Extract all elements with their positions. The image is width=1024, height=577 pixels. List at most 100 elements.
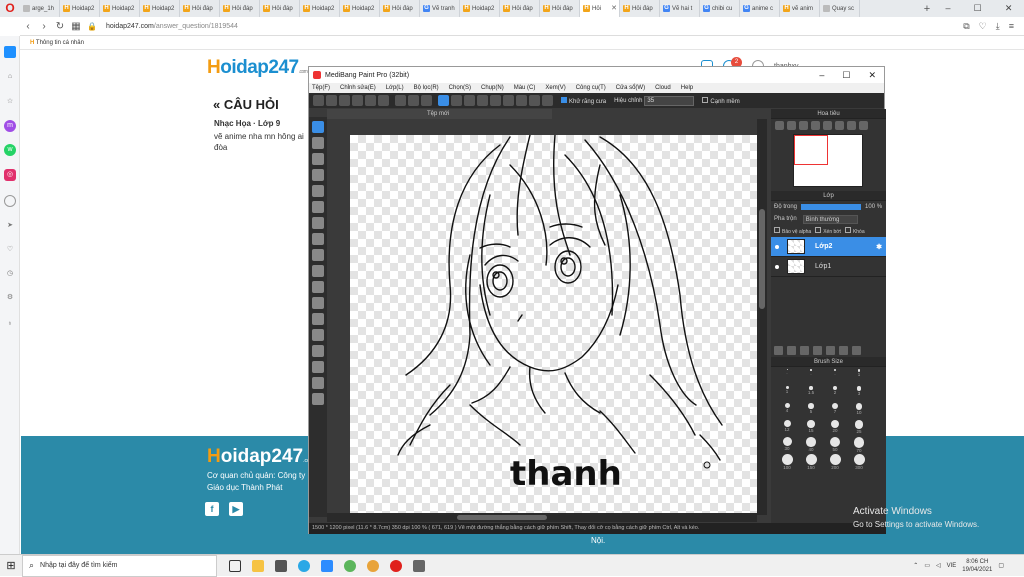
redo-icon[interactable] [408, 95, 419, 106]
brush-size-option[interactable]: 10 [847, 403, 871, 420]
rectangle-tool-icon[interactable] [312, 153, 324, 165]
brush-size-option[interactable]: 1 [775, 386, 799, 403]
brush-size-option[interactable]: 40 [799, 437, 823, 454]
scroll-thumb[interactable] [457, 515, 547, 520]
open-icon[interactable] [326, 95, 337, 106]
app-green-icon[interactable] [344, 559, 356, 572]
whatsapp-icon[interactable]: w [4, 144, 16, 156]
parallel-snap-icon[interactable] [451, 95, 462, 106]
edge-icon[interactable] [298, 559, 310, 572]
brush-size-option[interactable]: 5 [799, 403, 823, 420]
mb-minimize-icon[interactable]: – [819, 70, 824, 81]
browser-tab[interactable]: Quay sc [820, 0, 860, 17]
select-pen-tool-icon[interactable] [312, 297, 324, 309]
navigator-thumbnail[interactable] [793, 134, 863, 187]
correction-select[interactable]: 35 [644, 95, 695, 106]
task-view-icon[interactable] [229, 559, 241, 572]
eraser-tool-icon[interactable] [312, 137, 324, 149]
menu-item[interactable]: Chọn(S) [449, 85, 471, 91]
browser-tab[interactable]: H Hoidap2 [60, 0, 100, 17]
lasso-tool-icon[interactable] [312, 265, 324, 277]
menu-item[interactable]: Tệp(F) [312, 85, 330, 91]
reset-rotate-icon[interactable] [847, 121, 856, 130]
radial-snap-icon[interactable] [477, 95, 488, 106]
taskbar-search[interactable]: ⌕ Nhập tại đây để tìm kiếm [22, 554, 217, 577]
visibility-eye-icon[interactable] [775, 244, 779, 249]
deselect-icon[interactable] [421, 95, 432, 106]
mb-maximize-icon[interactable]: ☐ [842, 70, 850, 81]
drawing-canvas[interactable]: thanh [350, 135, 757, 515]
browser-tab[interactable]: H Hỏi đáp [620, 0, 660, 17]
curve-snap-icon[interactable] [503, 95, 514, 106]
workspace-icon[interactable] [4, 46, 16, 58]
opacity-slider[interactable] [801, 204, 862, 210]
text-tool-icon[interactable] [312, 329, 324, 341]
reload-icon[interactable]: ↻ [52, 21, 68, 32]
menu-item[interactable]: Cửa sổ(W) [616, 85, 645, 91]
hand-tool-icon[interactable] [312, 393, 324, 405]
brush-tool-icon[interactable] [312, 121, 324, 133]
perspective-snap-icon[interactable] [529, 95, 540, 106]
undo-icon[interactable] [395, 95, 406, 106]
home-icon[interactable]: ⌂ [4, 71, 16, 83]
taskbar-clock[interactable]: 8:06 CH 19/04/2021 [962, 558, 992, 574]
operation-tool-icon[interactable] [312, 345, 324, 357]
protect-alpha-checkbox[interactable]: Bảo vệ alpha [774, 227, 811, 235]
brush-size-option[interactable]: 3 [847, 386, 871, 403]
move-tool-icon[interactable] [312, 185, 324, 197]
footer-logo[interactable]: Hoidap247.com [207, 446, 314, 468]
minimize-icon[interactable]: – [946, 3, 951, 14]
browser-tab[interactable]: H Hỏi ✕ [580, 0, 620, 17]
layer-item[interactable]: Lớp2 ✱ [771, 237, 886, 257]
menu-icon[interactable]: ≡ [1009, 21, 1014, 32]
zoom-icon[interactable] [321, 559, 333, 572]
duplicate-layer-icon[interactable] [839, 346, 848, 355]
browser-tab[interactable]: H Hỏi đáp [260, 0, 300, 17]
messenger-icon[interactable]: m [4, 120, 16, 132]
file-explorer-icon[interactable] [252, 559, 264, 572]
browser-tab[interactable]: G Vẽ tranh [420, 0, 460, 17]
brush-size-option[interactable]: 100 [775, 454, 799, 471]
snap-settings-icon[interactable] [542, 95, 553, 106]
favorites-heart-icon[interactable]: ♡ [4, 244, 16, 256]
network-icon[interactable]: ▭ [924, 562, 930, 569]
delete-layer-icon[interactable] [852, 346, 861, 355]
cloud-icon[interactable] [352, 95, 363, 106]
site-logo[interactable]: Hoidap247.com [207, 57, 308, 79]
tab-close-icon[interactable]: ✕ [611, 4, 617, 12]
mb-close-icon[interactable]: ✕ [868, 70, 876, 81]
speed-dial-icon[interactable]: ▦ [68, 21, 84, 32]
new-layer-8bit-icon[interactable] [787, 346, 796, 355]
new-layer-icon[interactable] [774, 346, 783, 355]
opera-icon[interactable] [390, 559, 402, 572]
youtube-icon[interactable]: ▶ [229, 502, 243, 516]
rotate-left-icon[interactable] [823, 121, 832, 130]
history-icon[interactable] [4, 195, 16, 207]
bucket-tool-icon[interactable] [312, 217, 324, 229]
antialias-checkbox[interactable]: Khử răng cưa [561, 96, 606, 105]
brush-size-option[interactable]: . [775, 369, 799, 386]
facebook-icon[interactable]: f [205, 502, 219, 516]
bookmark-item[interactable]: Thông tin cá nhân [36, 40, 84, 46]
clock-icon[interactable]: ◷ [4, 268, 16, 280]
browser-tab[interactable]: arge_1h [20, 0, 60, 17]
magic-wand-tool-icon[interactable] [312, 281, 324, 293]
canvas-horizontal-scrollbar[interactable] [327, 513, 757, 522]
hand-guard-checkbox[interactable]: Cạnh mềm [702, 96, 740, 105]
settings-icon[interactable]: ⚙ [4, 292, 16, 304]
browser-tab[interactable]: H Hoidap2 [100, 0, 140, 17]
menu-item[interactable]: Cloud [655, 85, 671, 91]
store-icon[interactable] [275, 559, 287, 572]
menu-item[interactable]: Chỉnh sửa(E) [340, 85, 376, 91]
brush-size-option[interactable]: . [823, 369, 847, 386]
browser-tab[interactable]: H Hỏi đáp [540, 0, 580, 17]
instagram-icon[interactable]: ◎ [4, 169, 16, 181]
browser-tab[interactable]: H Hỏi đáp [220, 0, 260, 17]
dot-tool-icon[interactable] [312, 169, 324, 181]
browser-tab[interactable]: Hvẽ anim [780, 0, 820, 17]
radial-curve-snap-icon[interactable] [516, 95, 527, 106]
divide-tool-icon[interactable] [312, 361, 324, 373]
medibang-taskbar-icon[interactable] [413, 559, 425, 572]
brush-size-option[interactable]: 50 [823, 437, 847, 454]
close-icon[interactable]: ✕ [1005, 3, 1013, 14]
